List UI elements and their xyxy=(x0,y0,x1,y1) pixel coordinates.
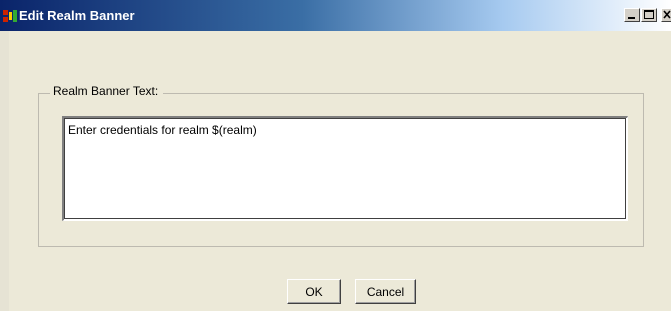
minimize-button[interactable] xyxy=(624,8,640,22)
cancel-button[interactable]: Cancel xyxy=(355,279,416,304)
close-icon xyxy=(663,10,671,19)
edit-realm-banner-dialog: Edit Realm Banner Realm Banner Text: Ent… xyxy=(0,0,671,311)
window-edge xyxy=(0,31,9,311)
title-bar[interactable]: Edit Realm Banner xyxy=(0,0,671,31)
minimize-icon xyxy=(628,17,635,19)
maximize-icon xyxy=(644,10,654,19)
window-title: Edit Realm Banner xyxy=(19,8,135,23)
close-button[interactable] xyxy=(661,8,671,22)
realm-banner-label: Realm Banner Text: xyxy=(50,83,164,99)
maximize-button[interactable] xyxy=(641,8,657,22)
ok-button[interactable]: OK xyxy=(287,279,341,304)
realm-banner-text-field[interactable]: Enter credentials for realm $(realm) xyxy=(62,116,628,221)
app-icon xyxy=(3,10,17,22)
